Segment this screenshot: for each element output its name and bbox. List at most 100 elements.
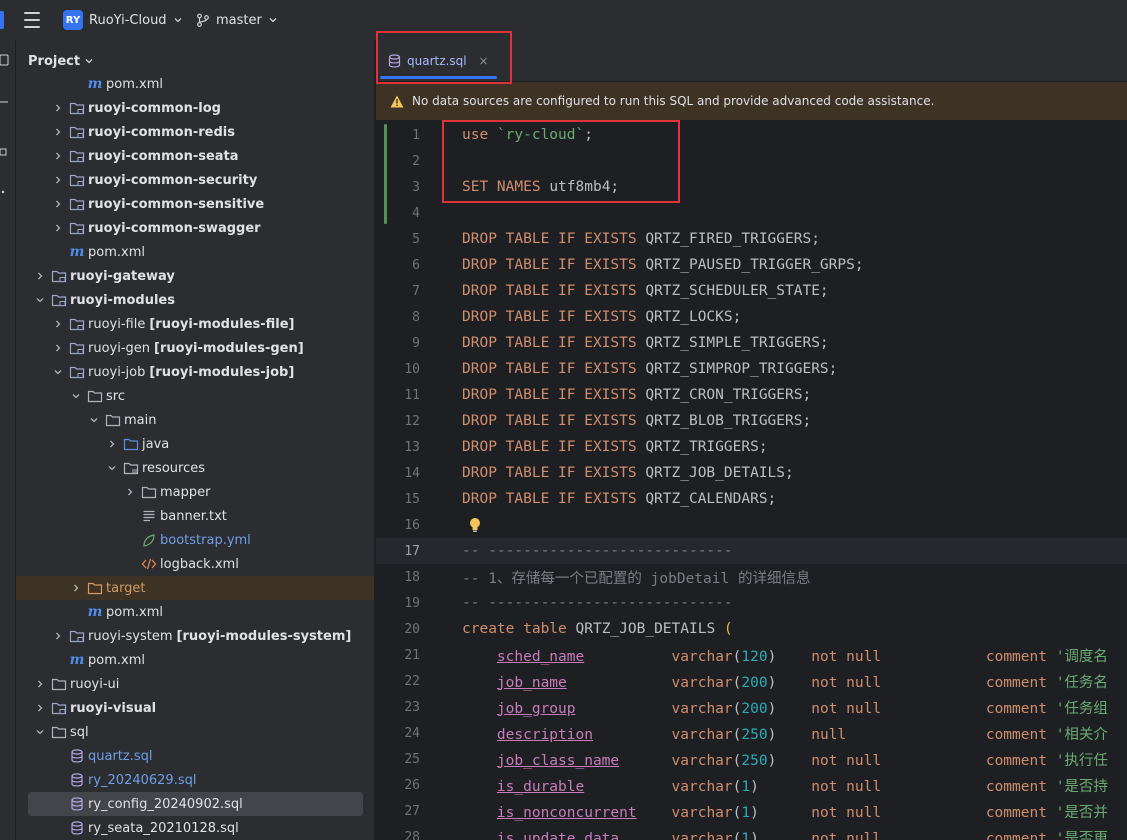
chevron-right-icon[interactable]: [52, 318, 64, 330]
code-line[interactable]: 8 DROP TABLE IF EXISTS QRTZ_LOCKS;: [376, 304, 1127, 330]
tree-item[interactable]: main: [16, 408, 366, 432]
project-tool-icon[interactable]: [0, 54, 10, 66]
intention-bulb-icon[interactable]: [468, 517, 482, 533]
tree-item[interactable]: ruoyi-job [ruoyi-modules-job]: [16, 360, 366, 384]
tree-item[interactable]: ruoyi-common-seata: [16, 144, 366, 168]
line-number: 2: [412, 153, 420, 169]
chevron-right-icon[interactable]: [70, 582, 82, 594]
code-line[interactable]: 7 DROP TABLE IF EXISTS QRTZ_SCHEDULER_STA…: [376, 278, 1127, 304]
tree-item[interactable]: ruoyi-common-swagger: [16, 216, 366, 240]
code-line[interactable]: 4: [376, 200, 1127, 226]
code-line[interactable]: 16: [376, 512, 1127, 538]
code-line[interactable]: 21 sched_name varchar(120) not null comm…: [376, 642, 1127, 668]
chevron-right-icon[interactable]: [52, 222, 64, 234]
code-line[interactable]: 2: [376, 148, 1127, 174]
code-line[interactable]: 17 -- ----------------------------: [376, 538, 1127, 564]
tree-item[interactable]: java: [16, 432, 366, 456]
tree-item[interactable]: m pom.xml: [16, 240, 366, 264]
chevron-down-icon[interactable]: [34, 726, 46, 738]
code-line[interactable]: 19 -- ----------------------------: [376, 590, 1127, 616]
code-line[interactable]: 22 job_name varchar(200) not null commen…: [376, 668, 1127, 694]
tree-item[interactable]: ry_seata_20210128.sql: [16, 816, 366, 840]
code-line[interactable]: 23 job_group varchar(200) not null comme…: [376, 694, 1127, 720]
tree-item[interactable]: ruoyi-common-sensitive: [16, 192, 366, 216]
code-line[interactable]: 25 job_class_name varchar(250) not null …: [376, 746, 1127, 772]
code-token: varchar: [671, 700, 733, 717]
module-folder-icon: [69, 172, 85, 188]
tree-item[interactable]: resources: [16, 456, 366, 480]
tree-item[interactable]: ruoyi-system [ruoyi-modules-system]: [16, 624, 366, 648]
tree-item[interactable]: src: [16, 384, 366, 408]
code-token: 1: [741, 830, 751, 840]
code-line[interactable]: 12 DROP TABLE IF EXISTS QRTZ_BLOB_TRIGGER…: [376, 408, 1127, 434]
chevron-down-icon[interactable]: [52, 366, 64, 378]
tree-item[interactable]: ruoyi-file [ruoyi-modules-file]: [16, 312, 366, 336]
main-menu-icon[interactable]: [24, 12, 42, 28]
chevron-down-icon[interactable]: [34, 294, 46, 306]
chevron-right-icon[interactable]: [52, 198, 64, 210]
chevron-right-icon[interactable]: [52, 174, 64, 186]
chevron-right-icon[interactable]: [52, 630, 64, 642]
tree-item[interactable]: m pom.xml: [16, 72, 366, 96]
tree-item[interactable]: m pom.xml: [16, 600, 366, 624]
tree-item[interactable]: ruoyi-common-redis: [16, 120, 366, 144]
code-line[interactable]: 5 DROP TABLE IF EXISTS QRTZ_FIRED_TRIGGER…: [376, 226, 1127, 252]
code-line[interactable]: 3 SET NAMES utf8mb4;: [376, 174, 1127, 200]
project-selector[interactable]: RY RuoYi-Cloud: [63, 9, 183, 31]
code-line[interactable]: 1 use `ry-cloud`;: [376, 122, 1127, 148]
tree-item[interactable]: ruoyi-gateway: [16, 264, 366, 288]
structure-tool-icon[interactable]: [0, 146, 10, 158]
code-line[interactable]: 6 DROP TABLE IF EXISTS QRTZ_PAUSED_TRIGGE…: [376, 252, 1127, 278]
chevron-right-icon[interactable]: [52, 342, 64, 354]
close-icon[interactable]: ×: [479, 54, 489, 68]
tree-item[interactable]: mapper: [16, 480, 366, 504]
warning-text: No data sources are configured to run th…: [412, 94, 935, 108]
code-line[interactable]: 9 DROP TABLE IF EXISTS QRTZ_SIMPLE_TRIGGE…: [376, 330, 1127, 356]
code-line[interactable]: 15 DROP TABLE IF EXISTS QRTZ_CALENDARS;: [376, 486, 1127, 512]
commit-tool-icon[interactable]: [0, 96, 10, 108]
more-tools-icon[interactable]: [0, 186, 10, 198]
code-line[interactable]: 20 create table QRTZ_JOB_DETAILS (: [376, 616, 1127, 642]
tree-item[interactable]: banner.txt: [16, 504, 366, 528]
code-line[interactable]: 26 is_durable varchar(1) not null commen…: [376, 772, 1127, 798]
tree-item[interactable]: logback.xml: [16, 552, 366, 576]
chevron-right-icon[interactable]: [34, 678, 46, 690]
chevron-right-icon[interactable]: [34, 702, 46, 714]
chevron-down-icon[interactable]: [70, 390, 82, 402]
chevron-right-icon[interactable]: [106, 438, 118, 450]
tree-item[interactable]: m pom.xml: [16, 648, 366, 672]
code-token: '调度名: [1055, 648, 1108, 665]
tree-item[interactable]: sql: [16, 720, 366, 744]
code-line[interactable]: 24 description varchar(250) null comment…: [376, 720, 1127, 746]
branch-selector[interactable]: master: [196, 9, 278, 31]
code-line[interactable]: 13 DROP TABLE IF EXISTS QRTZ_TRIGGERS;: [376, 434, 1127, 460]
tree-item[interactable]: target: [16, 576, 374, 600]
code-line[interactable]: 11 DROP TABLE IF EXISTS QRTZ_CRON_TRIGGER…: [376, 382, 1127, 408]
tree-item[interactable]: ruoyi-modules: [16, 288, 366, 312]
tree-item[interactable]: ry_config_20240902.sql: [28, 792, 363, 816]
chevron-right-icon[interactable]: [52, 126, 64, 138]
chevron-right-icon[interactable]: [52, 150, 64, 162]
code-line[interactable]: 27 is_nonconcurrent varchar(1) not null …: [376, 798, 1127, 824]
code-editor[interactable]: 1 use `ry-cloud`; 2 3 SET NAMES utf8mb4; 4 5 DR…: [376, 120, 1127, 840]
tree-item[interactable]: ruoyi-gen [ruoyi-modules-gen]: [16, 336, 366, 360]
git-branch-icon: [197, 13, 209, 27]
chevron-right-icon[interactable]: [124, 486, 136, 498]
tree-item[interactable]: ruoyi-common-security: [16, 168, 366, 192]
chevron-down-icon[interactable]: [88, 414, 100, 426]
tree-item[interactable]: ruoyi-common-log: [16, 96, 366, 120]
tree-item[interactable]: ry_20240629.sql: [16, 768, 366, 792]
tree-item[interactable]: bootstrap.yml: [16, 528, 366, 552]
code-token: QRTZ_PAUSED_TRIGGER_GRPS;: [645, 257, 864, 273]
code-line[interactable]: 18 -- 1、存储每一个已配置的 jobDetail 的详细信息: [376, 564, 1127, 590]
tree-item[interactable]: ruoyi-visual: [16, 696, 366, 720]
chevron-down-icon[interactable]: [106, 462, 118, 474]
tab-quartz-sql[interactable]: quartz.sql ×: [376, 40, 509, 82]
chevron-right-icon[interactable]: [34, 270, 46, 282]
tree-item[interactable]: ruoyi-ui: [16, 672, 366, 696]
code-line[interactable]: 28 is_update_data varchar(1) not null co…: [376, 824, 1127, 840]
code-line[interactable]: 14 DROP TABLE IF EXISTS QRTZ_JOB_DETAILS;: [376, 460, 1127, 486]
chevron-right-icon[interactable]: [52, 102, 64, 114]
code-line[interactable]: 10 DROP TABLE IF EXISTS QRTZ_SIMPROP_TRIG…: [376, 356, 1127, 382]
tree-item[interactable]: quartz.sql: [16, 744, 366, 768]
